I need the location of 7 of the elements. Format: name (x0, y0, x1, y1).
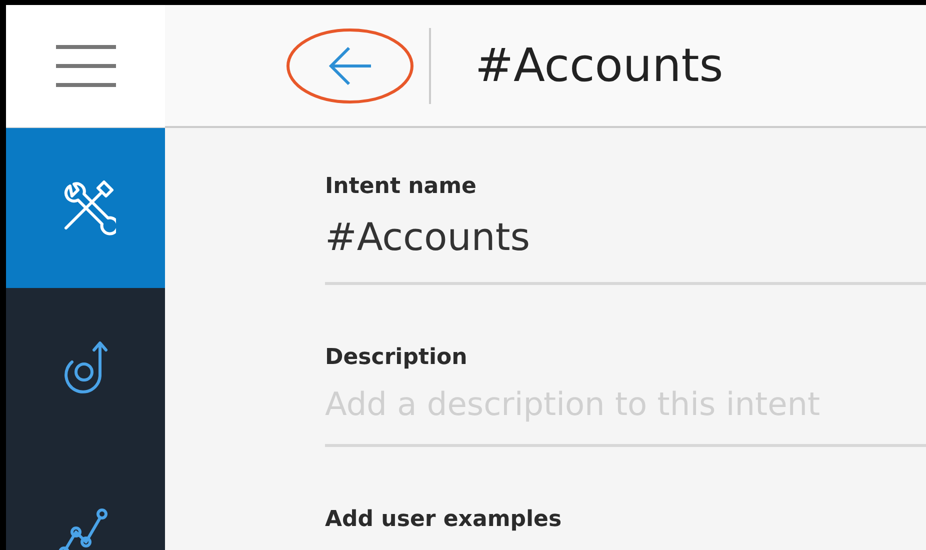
field-label: Description (325, 344, 468, 372)
sidebar-item[interactable] (6, 128, 165, 288)
input-field[interactable]: #Accounts (325, 209, 926, 285)
page-title: #Accounts (475, 38, 724, 94)
menu-icon[interactable] (56, 44, 116, 88)
field-label: Intent name (325, 173, 478, 201)
section-heading: Add user examples (325, 506, 563, 534)
